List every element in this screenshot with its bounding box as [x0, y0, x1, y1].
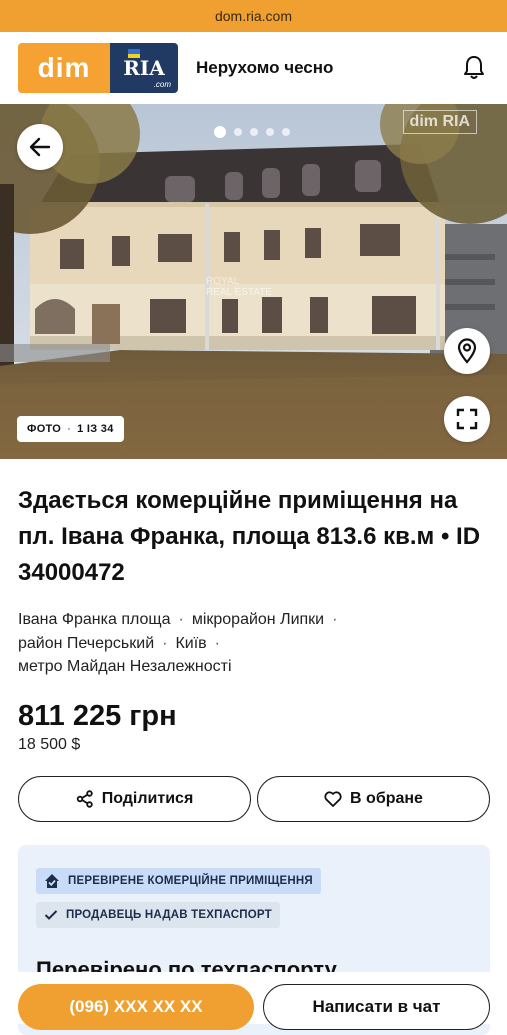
- map-button[interactable]: [444, 328, 490, 374]
- gallery-pagination-dots[interactable]: [214, 126, 290, 138]
- price-uah: 811 225 грн: [18, 700, 177, 732]
- pagination-dot[interactable]: [282, 128, 290, 136]
- price-usd: 18 500 $: [18, 736, 81, 753]
- listing-photo-gallery[interactable]: dim RIA ROYAL REAL ESTATE ФОТО · 1 ІЗ 34: [0, 104, 507, 459]
- fullscreen-icon: [456, 408, 478, 430]
- url-text: dom.ria.com: [214, 8, 293, 24]
- chat-button[interactable]: Написати в чат: [263, 984, 490, 1030]
- share-button[interactable]: Поділитися: [18, 776, 251, 822]
- separator-dot: ·: [67, 423, 72, 435]
- listing-address: Івана Франка площа · мікрорайон Липки · рай…: [18, 608, 490, 679]
- address-city[interactable]: Київ: [175, 635, 206, 652]
- arrow-left-icon: [29, 137, 51, 157]
- address-street[interactable]: Івана Франка площа: [18, 611, 170, 628]
- fullscreen-button[interactable]: [444, 396, 490, 442]
- logo-ria-text: RIA: [123, 56, 165, 80]
- separator-dot: ·: [178, 611, 184, 628]
- address-metro[interactable]: метро Майдан Незалежності: [18, 658, 232, 675]
- ukraine-flag-icon: [128, 49, 140, 58]
- tagline: Нерухомо чесно: [196, 58, 334, 77]
- separator-dot: ·: [214, 634, 220, 652]
- badge1-label: ПЕРЕВІРЕНЕ КОМЕРЦІЙНЕ ПРИМІЩЕННЯ: [68, 875, 313, 887]
- bell-icon[interactable]: [459, 53, 489, 83]
- pagination-dot[interactable]: [250, 128, 258, 136]
- site-header: dim RIA .com Нерухомо чесно: [0, 32, 507, 104]
- agency-watermark-line2: REAL ESTATE: [206, 287, 272, 298]
- call-button[interactable]: (096) XXX XX XX: [18, 984, 254, 1030]
- verified-house-icon: [45, 874, 59, 888]
- favorite-label: В обране: [350, 790, 423, 807]
- photo-counter[interactable]: ФОТО · 1 ІЗ 34: [17, 416, 124, 442]
- listing-title: Здається комерційне приміщення на пл. Ів…: [18, 487, 481, 586]
- separator-dot: ·: [332, 611, 338, 628]
- address-district[interactable]: район Печерський: [18, 635, 154, 652]
- back-button[interactable]: [17, 124, 63, 170]
- logo-dim: dim: [18, 43, 110, 93]
- site-logo[interactable]: dim RIA .com: [18, 43, 178, 93]
- share-label: Поділитися: [101, 790, 194, 807]
- browser-url-bar[interactable]: dom.ria.com: [0, 0, 507, 32]
- share-icon: [76, 790, 93, 808]
- photo-index: 1 ІЗ 34: [77, 423, 114, 435]
- techpassport-badge: ПРОДАВЕЦЬ НАДАВ ТЕХПАСПОРТ: [36, 902, 280, 928]
- favorite-button[interactable]: В обране: [257, 776, 490, 822]
- heart-icon: [324, 791, 342, 807]
- pagination-dot[interactable]: [214, 126, 226, 138]
- separator-dot: ·: [162, 634, 168, 652]
- logo-com-text: .com: [153, 80, 171, 89]
- check-icon: [44, 910, 58, 920]
- badge2-label: ПРОДАВЕЦЬ НАДАВ ТЕХПАСПОРТ: [66, 909, 272, 921]
- agency-watermark-line1: ROYAL: [206, 276, 240, 287]
- address-microdistrict[interactable]: мікрорайон Липки: [192, 611, 324, 628]
- agency-watermark: ROYAL REAL ESTATE: [206, 276, 272, 298]
- photo-label: ФОТО: [27, 423, 62, 435]
- map-pin-icon: [457, 338, 477, 364]
- logo-ria: RIA .com: [110, 43, 178, 93]
- photo-watermark: dim RIA: [402, 110, 477, 134]
- pagination-dot[interactable]: [266, 128, 274, 136]
- verified-commercial-badge: ПЕРЕВІРЕНЕ КОМЕРЦІЙНЕ ПРИМІЩЕННЯ: [36, 868, 321, 894]
- pagination-dot[interactable]: [234, 128, 242, 136]
- bottom-action-bar: (096) XXX XX XX Написати в чат: [0, 972, 507, 1030]
